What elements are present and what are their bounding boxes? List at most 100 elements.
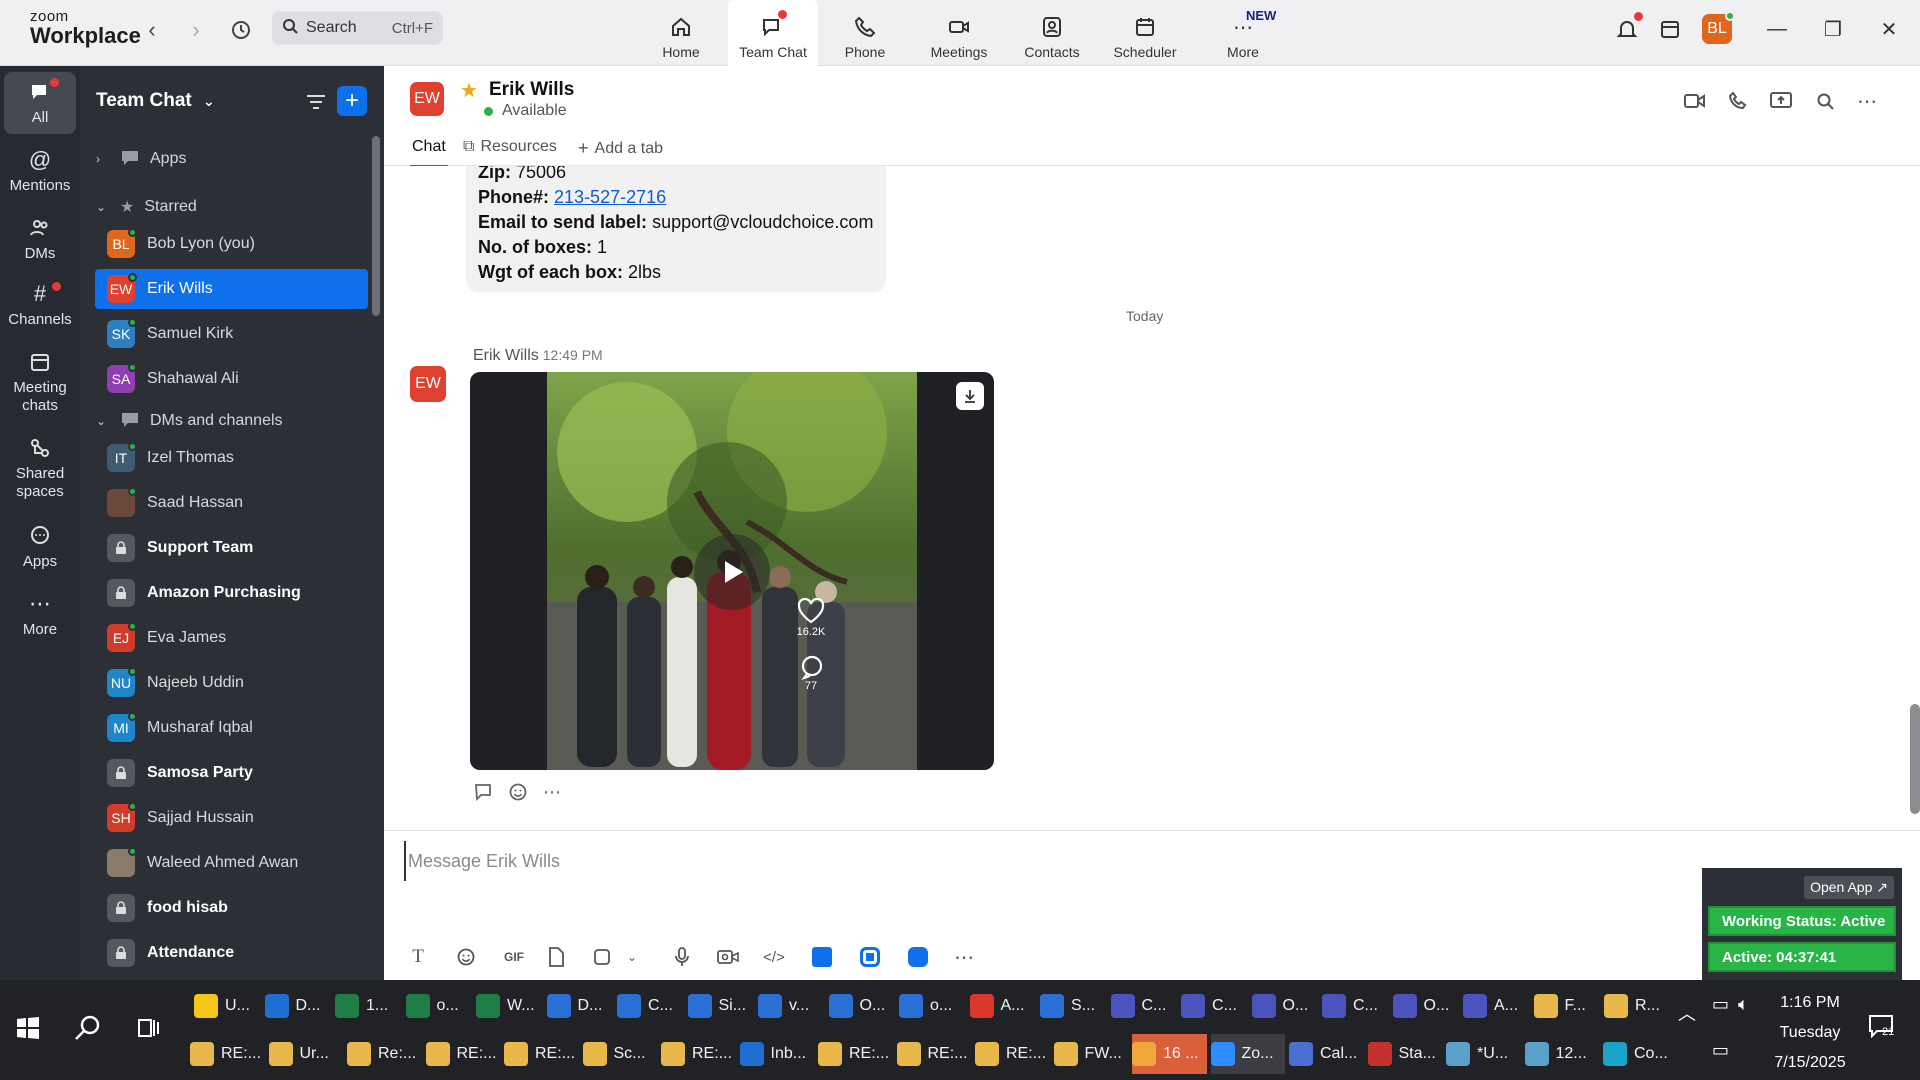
- taskbar-app-button[interactable]: Sta...: [1367, 1034, 1443, 1074]
- contact-avatar[interactable]: EW: [410, 82, 444, 116]
- taskbar-search-icon[interactable]: [74, 1014, 102, 1047]
- taskbar-app-button[interactable]: RE:...: [896, 1034, 972, 1074]
- microphone-icon[interactable]: [668, 943, 696, 971]
- share-screen-icon[interactable]: [1768, 88, 1794, 114]
- taskbar-app-button[interactable]: A...: [1463, 986, 1530, 1026]
- taskbar-app-button[interactable]: RE:...: [661, 1034, 736, 1074]
- taskbar-app-button[interactable]: C...: [1110, 986, 1178, 1026]
- taskbar-app-button[interactable]: Si...: [687, 986, 755, 1026]
- play-button[interactable]: [694, 534, 770, 610]
- sidebar-contact-row[interactable]: Attendance: [95, 933, 368, 973]
- rail-shared-spaces[interactable]: Shared spaces: [4, 434, 76, 501]
- taskbar-app-button[interactable]: Sc...: [582, 1034, 658, 1074]
- new-chat-button[interactable]: +: [337, 86, 367, 116]
- taskbar-app-button[interactable]: Ur...: [268, 1034, 344, 1074]
- open-app-button[interactable]: Open App ↗: [1804, 876, 1894, 899]
- taskbar-app-button[interactable]: D...: [546, 986, 614, 1026]
- taskbar-app-button[interactable]: O...: [1251, 986, 1319, 1026]
- forward-arrow-icon[interactable]: ›: [182, 16, 210, 44]
- sidebar-contact-row[interactable]: SA Shahawal Ali: [95, 359, 368, 399]
- taskbar-app-button[interactable]: Cal...: [1289, 1034, 1364, 1074]
- taskbar-app-button[interactable]: S...: [1040, 986, 1107, 1026]
- rail-meeting-chats[interactable]: Meeting chats: [4, 348, 76, 415]
- message-more-icon[interactable]: ⋯: [540, 780, 564, 804]
- nav-home[interactable]: Home: [636, 0, 726, 66]
- taskbar-app-button[interactable]: RE:...: [504, 1034, 579, 1074]
- more-options-icon[interactable]: ⋯: [1854, 88, 1880, 114]
- sidebar-contact-row[interactable]: IT Izel Thomas: [95, 438, 368, 478]
- task-view-icon[interactable]: [136, 1016, 160, 1045]
- network-icon[interactable]: ▭: [1712, 1040, 1729, 1061]
- sidebar-contact-row[interactable]: Waleed Ahmed Awan: [95, 843, 368, 883]
- taskbar-app-button[interactable]: F...: [1533, 986, 1601, 1026]
- nav-phone[interactable]: Phone: [820, 0, 910, 66]
- working-status-bar[interactable]: Working Status: Active: [1708, 906, 1896, 936]
- rail-more[interactable]: ⋯ More: [4, 590, 76, 639]
- text-format-icon[interactable]: T: [404, 943, 432, 971]
- rail-apps[interactable]: Apps: [4, 522, 76, 571]
- profile-avatar[interactable]: BL: [1702, 11, 1735, 44]
- taskbar-app-button[interactable]: FW...: [1053, 1034, 1129, 1074]
- rail-dms[interactable]: DMs: [4, 214, 76, 263]
- taskbar-app-button[interactable]: Inb...: [739, 1034, 815, 1074]
- sidebar-contact-row[interactable]: EJ Eva James: [95, 618, 368, 658]
- tab-add[interactable]: + Add a tab: [578, 138, 663, 159]
- message-input[interactable]: [404, 841, 1504, 881]
- minimize-icon[interactable]: —: [1762, 14, 1792, 44]
- nav-contacts[interactable]: Contacts: [1007, 0, 1097, 66]
- taskbar-app-button[interactable]: D...: [264, 986, 332, 1026]
- gif-icon[interactable]: GIF: [496, 943, 532, 971]
- message-sender[interactable]: Erik Wills: [473, 347, 539, 364]
- taskbar-app-button[interactable]: o...: [405, 986, 473, 1026]
- sidebar-contact-row[interactable]: BL Bob Lyon (you): [95, 224, 368, 264]
- taskbar-app-button[interactable]: O...: [828, 986, 896, 1026]
- star-icon[interactable]: ★: [460, 78, 478, 103]
- emoji-icon[interactable]: [452, 943, 480, 971]
- sidebar-contact-row[interactable]: SH Sajjad Hussain: [95, 798, 368, 838]
- sidebar-contact-row[interactable]: MI Musharaf Iqbal: [95, 708, 368, 748]
- sidebar-scrollbar[interactable]: [372, 136, 380, 316]
- taskbar-app-button[interactable]: W...: [476, 986, 543, 1026]
- rail-mentions[interactable]: @ Mentions: [4, 146, 76, 195]
- tab-resources[interactable]: ⧉ Resources: [463, 138, 557, 156]
- taskbar-app-button[interactable]: Re:...: [347, 1034, 422, 1074]
- section-apps[interactable]: › Apps: [96, 144, 186, 174]
- sidebar-contact-row[interactable]: NU Najeeb Uddin: [95, 663, 368, 703]
- sidebar-contact-row[interactable]: Support Team: [95, 528, 368, 568]
- app-blue-chat-icon[interactable]: [904, 943, 932, 971]
- video-attachment[interactable]: 16.2K 77: [470, 372, 994, 770]
- nav-meetings[interactable]: Meetings: [914, 0, 1004, 66]
- rail-channels[interactable]: # Channels: [4, 280, 76, 329]
- restore-icon[interactable]: ❐: [1818, 14, 1848, 44]
- sidebar-contact-row[interactable]: EW Erik Wills: [95, 269, 368, 309]
- sidebar-contact-row[interactable]: food hisab: [95, 888, 368, 928]
- messages-scrollbar[interactable]: [1910, 704, 1920, 814]
- search-box[interactable]: Search Ctrl+F: [272, 11, 443, 45]
- app-blue-doc-icon[interactable]: [808, 943, 836, 971]
- sidebar-contact-row[interactable]: SK Samuel Kirk: [95, 314, 368, 354]
- emoji-reaction-icon[interactable]: [506, 780, 530, 804]
- filter-icon[interactable]: [302, 88, 330, 116]
- windows-start-icon[interactable]: [16, 1016, 40, 1045]
- nav-scheduler[interactable]: Scheduler: [1100, 0, 1190, 66]
- taskbar-app-button[interactable]: Zo...: [1210, 1034, 1285, 1074]
- taskbar-app-button[interactable]: v...: [758, 986, 825, 1026]
- calendar-status-icon[interactable]: [1655, 14, 1685, 44]
- tab-chat[interactable]: Chat: [410, 138, 448, 168]
- taskbar-app-button[interactable]: O...: [1392, 986, 1460, 1026]
- taskbar-app-button[interactable]: RE:...: [425, 1034, 501, 1074]
- contact-name[interactable]: Erik Wills: [489, 79, 574, 101]
- taskbar-app-button[interactable]: A...: [969, 986, 1037, 1026]
- sidebar-title[interactable]: Team Chat ⌄: [96, 90, 215, 112]
- history-icon[interactable]: [227, 16, 255, 44]
- taskbar-app-button[interactable]: RE:...: [818, 1034, 893, 1074]
- app-blue-square-icon[interactable]: [856, 943, 884, 971]
- chevron-down-icon[interactable]: ⌄: [618, 943, 646, 971]
- close-icon[interactable]: ✕: [1874, 14, 1904, 44]
- taskbar-app-button[interactable]: U...: [194, 986, 261, 1026]
- search-icon[interactable]: [1812, 88, 1838, 114]
- code-snippet-icon[interactable]: </>: [760, 943, 788, 971]
- taskbar-app-button[interactable]: C...: [1181, 986, 1248, 1026]
- sidebar-contact-row[interactable]: Saad Hassan: [95, 483, 368, 523]
- sidebar-contact-row[interactable]: Amazon Purchasing: [95, 573, 368, 613]
